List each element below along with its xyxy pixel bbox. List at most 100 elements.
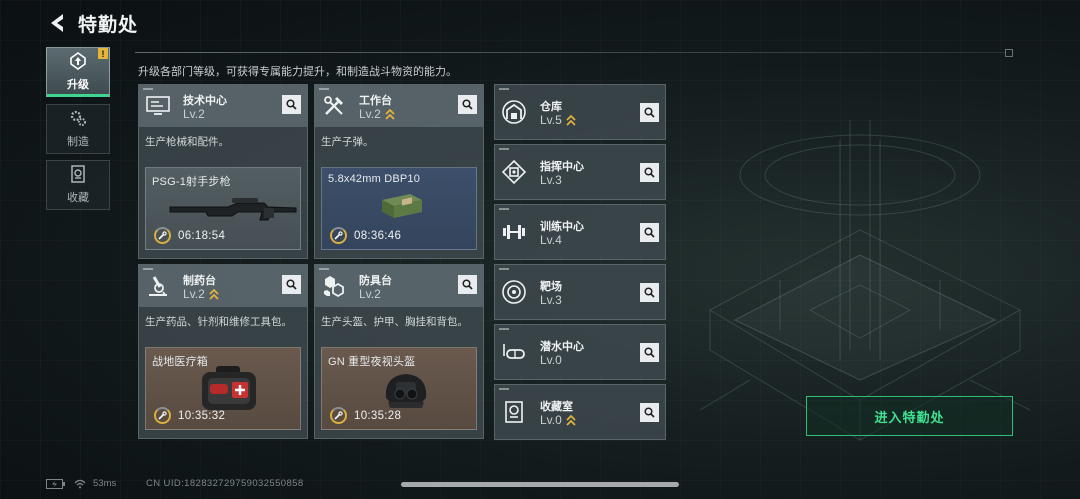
card-level: Lv.3 (540, 173, 562, 187)
target-icon (501, 279, 527, 305)
production-timer: 06:18:54 (154, 227, 225, 244)
production-slot[interactable]: 战地医疗箱 10:35:32 (145, 347, 301, 430)
alert-badge: ! (98, 48, 108, 59)
timer-text: 06:18:54 (178, 229, 226, 242)
facility-card-training-center[interactable]: 训练中心 Lv.4 (494, 204, 666, 260)
page-title: 特勤处 (78, 14, 139, 36)
ammo-box-image (382, 194, 422, 218)
upgrade-available-icon (566, 414, 576, 426)
card-level: Lv.2 (183, 107, 205, 121)
home-indicator[interactable] (401, 482, 679, 487)
dumbbell-icon (501, 219, 527, 245)
search-button[interactable] (458, 275, 477, 294)
search-icon (286, 99, 297, 110)
facility-card-armory[interactable]: 防具台 Lv.2 生产头盔、护甲、胸挂和背包。 GN 重型夜视头盔 10:35:… (314, 264, 484, 439)
collection-room-icon (501, 399, 527, 425)
card-header: 制药台 Lv.2 (139, 265, 307, 307)
card-level: Lv.4 (540, 233, 562, 247)
timer-text: 10:35:32 (178, 409, 226, 422)
search-icon (462, 279, 473, 290)
back-button[interactable] (46, 10, 68, 36)
upgrade-available-icon (385, 108, 395, 120)
card-name: 制药台 (183, 275, 216, 287)
search-button[interactable] (282, 95, 301, 114)
user-uid: CN UID:182832729759032550858 (146, 478, 304, 489)
card-name: 收藏室 (540, 401, 573, 413)
tab-upgrade[interactable]: ! 升级 (46, 47, 110, 97)
tech-center-icon (145, 93, 171, 119)
search-icon (644, 107, 655, 118)
search-icon (462, 99, 473, 110)
search-button[interactable] (640, 163, 659, 182)
search-icon (644, 347, 655, 358)
tab-manufacture-label: 制造 (67, 136, 89, 148)
card-header: 技术中心 Lv.2 (139, 85, 307, 127)
facility-card-workbench[interactable]: 工作台 Lv.2 生产子弹。 5.8x42mm DBP10 08:36:46 (314, 84, 484, 259)
product-name: 5.8x42mm DBP10 (328, 173, 421, 185)
tab-collection[interactable]: 收藏 (46, 160, 110, 210)
command-center-icon (501, 159, 527, 185)
status-bar: 53ms (46, 478, 116, 489)
card-name: 仓库 (540, 101, 562, 113)
card-header: 工作台 Lv.2 (315, 85, 483, 127)
search-button[interactable] (640, 283, 659, 302)
facility-card-tech-center[interactable]: 技术中心 Lv.2 生产枪械和配件。 PSG-1射手步枪 06:18:54 (138, 84, 308, 259)
diving-mask-icon (501, 339, 527, 365)
timer-text: 10:35:28 (354, 409, 402, 422)
collection-icon (70, 165, 86, 186)
facility-card-pharmacy[interactable]: 制药台 Lv.2 生产药品、针剂和维修工具包。 战地医疗箱 10:35:32 (138, 264, 308, 439)
card-name: 训练中心 (540, 221, 584, 233)
wrench-timer-icon (330, 407, 347, 424)
facility-card-shooting-range[interactable]: 靶场 Lv.3 (494, 264, 666, 320)
search-button[interactable] (282, 275, 301, 294)
wrench-hammer-icon (321, 93, 347, 119)
card-level: Lv.3 (540, 293, 562, 307)
facility-card-command-center[interactable]: 指挥中心 Lv.3 (494, 144, 666, 200)
upgrade-available-icon (209, 288, 219, 300)
search-icon (644, 407, 655, 418)
night-vision-helmet-image (385, 374, 427, 408)
production-slot[interactable]: 5.8x42mm DBP10 08:36:46 (321, 167, 477, 250)
card-name: 防具台 (359, 275, 392, 287)
facility-card-collection-room[interactable]: 收藏室 Lv.0 (494, 384, 666, 440)
sniper-rifle-image (169, 198, 297, 221)
search-icon (644, 167, 655, 178)
timer-text: 08:36:46 (354, 229, 402, 242)
search-button[interactable] (458, 95, 477, 114)
production-slot[interactable]: GN 重型夜视头盔 10:35:28 (321, 347, 477, 430)
card-level: Lv.2 (183, 287, 219, 301)
production-slot[interactable]: PSG-1射手步枪 06:18:54 (145, 167, 301, 250)
card-name: 指挥中心 (540, 161, 584, 173)
search-button[interactable] (640, 103, 659, 122)
armor-parts-icon (321, 273, 347, 299)
production-timer: 08:36:46 (330, 227, 401, 244)
card-description: 生产药品、针剂和维修工具包。 (145, 316, 292, 328)
card-description: 生产头盔、护甲、胸挂和背包。 (321, 316, 468, 328)
search-icon (286, 279, 297, 290)
card-description: 生产子弹。 (321, 136, 374, 148)
product-name: GN 重型夜视头盔 (328, 356, 416, 368)
wrench-timer-icon (330, 227, 347, 244)
product-name: PSG-1射手步枪 (152, 176, 231, 188)
upgrade-available-icon (566, 114, 576, 126)
microscope-icon (145, 273, 171, 299)
search-icon (644, 227, 655, 238)
search-button[interactable] (640, 343, 659, 362)
upgrade-icon (69, 52, 87, 73)
wifi-icon (74, 479, 86, 488)
card-name: 靶场 (540, 281, 562, 293)
card-name: 技术中心 (183, 95, 227, 107)
card-description: 生产枪械和配件。 (145, 136, 229, 148)
enter-special-ops-button[interactable]: 进入特勤处 (806, 396, 1013, 436)
search-button[interactable] (640, 223, 659, 242)
ping-text: 53ms (93, 478, 117, 489)
facility-card-diving-center[interactable]: 潜水中心 Lv.0 (494, 324, 666, 380)
production-timer: 10:35:28 (330, 407, 401, 424)
card-level: Lv.2 (359, 107, 395, 121)
card-header: 防具台 Lv.2 (315, 265, 483, 307)
search-button[interactable] (640, 403, 659, 422)
facility-card-warehouse[interactable]: 仓库 Lv.5 (494, 84, 666, 140)
tab-manufacture[interactable]: 制造 (46, 104, 110, 154)
card-level: Lv.5 (540, 113, 576, 127)
header: 特勤处 (46, 8, 138, 38)
